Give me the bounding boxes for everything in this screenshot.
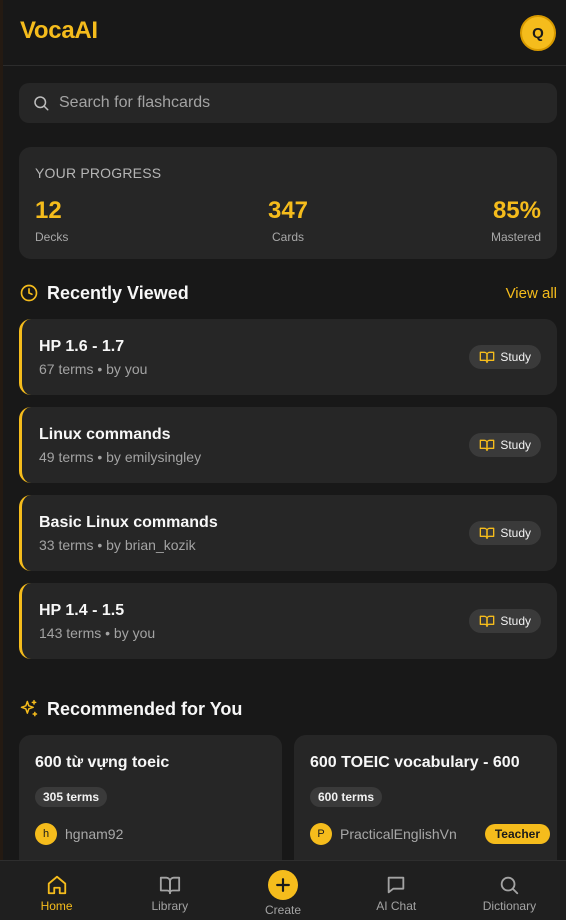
stat-mastered-value: 85% <box>492 197 541 224</box>
deck-title: Basic Linux commands <box>39 514 218 531</box>
book-open-icon <box>479 615 495 627</box>
progress-title: YOUR PROGRESS <box>35 165 162 181</box>
progress-card: YOUR PROGRESS 12 Decks 347 Cards 85% Mas… <box>19 147 557 259</box>
recent-deck-card[interactable]: Linux commands 49 terms • by emilysingle… <box>19 407 557 483</box>
deck-meta: 33 terms • by brian_kozik <box>39 537 196 553</box>
clock-icon <box>20 284 38 302</box>
recent-section-title: Recently Viewed <box>47 282 189 303</box>
stat-cards-label: Cards <box>271 230 304 244</box>
search-icon <box>501 876 519 895</box>
search-icon <box>34 96 49 111</box>
book-open-icon <box>479 351 495 363</box>
recent-deck-card[interactable]: HP 1.6 - 1.7 67 terms • by you Study <box>19 319 557 395</box>
user-avatar[interactable]: Q <box>520 15 556 51</box>
create-button[interactable] <box>268 870 298 900</box>
search-input[interactable] <box>59 94 539 112</box>
nav-create[interactable]: Create <box>226 861 339 920</box>
study-button[interactable]: Study <box>469 345 541 369</box>
stat-mastered: 85% Mastered <box>491 197 541 244</box>
author-avatar: P <box>310 823 332 845</box>
nav-library-label: Library <box>151 899 189 913</box>
app-screen: VocaAI Q YOUR PROGRESS 12 Decks 347 Card… <box>0 0 566 920</box>
view-all-link[interactable]: View all <box>506 285 557 302</box>
nav-home[interactable]: Home <box>0 861 113 920</box>
author-name: PracticalEnglishVn <box>340 826 457 842</box>
study-button-label: Study <box>500 526 531 540</box>
terms-badge: 305 terms <box>35 787 108 807</box>
left-edge <box>0 0 3 920</box>
nav-ai-chat[interactable]: AI Chat <box>340 861 453 920</box>
stat-cards-value: 347 <box>267 197 309 224</box>
book-icon <box>159 876 180 895</box>
book-open-icon <box>479 439 495 451</box>
search-bar[interactable] <box>19 83 557 123</box>
study-button-label: Study <box>500 614 531 628</box>
teacher-badge: Teacher <box>484 824 550 844</box>
study-button[interactable]: Study <box>469 521 541 545</box>
terms-badge: 600 terms <box>310 787 383 807</box>
author-name: hgnam92 <box>65 826 124 842</box>
chat-icon <box>387 876 405 894</box>
top-header: VocaAI Q <box>3 0 566 66</box>
recent-deck-card[interactable]: HP 1.4 - 1.5 143 terms • by you Study <box>19 583 557 659</box>
bottom-navigation: Home Library Create AI Chat Dictionary <box>0 860 566 920</box>
deck-title: Linux commands <box>39 426 171 443</box>
deck-meta: 67 terms • by you <box>39 361 148 377</box>
study-button-label: Study <box>500 350 531 364</box>
nav-ai-chat-label: AI Chat <box>376 899 417 913</box>
recent-deck-card[interactable]: Basic Linux commands 33 terms • by brian… <box>19 495 557 571</box>
study-button[interactable]: Study <box>469 433 541 457</box>
deck-title: 600 TOEIC vocabulary - 600 <box>310 754 520 771</box>
stat-mastered-label: Mastered <box>490 230 541 244</box>
deck-meta: 143 terms • by you <box>39 625 156 641</box>
home-icon <box>47 875 66 895</box>
deck-author: h hgnam92 <box>35 823 275 845</box>
nav-create-label: Create <box>264 903 302 917</box>
nav-library[interactable]: Library <box>113 861 226 920</box>
deck-title: HP 1.4 - 1.5 <box>39 602 125 619</box>
sparkles-icon <box>20 699 38 717</box>
study-button-label: Study <box>500 438 531 452</box>
stat-cards: 347 Cards <box>19 197 557 244</box>
deck-meta: 49 terms • by emilysingley <box>39 449 202 465</box>
recommended-section-header: Recommended for You <box>19 697 557 721</box>
nav-home-label: Home <box>40 899 73 913</box>
app-logo[interactable]: VocaAI <box>20 17 98 45</box>
plus-icon <box>276 878 290 892</box>
nav-dictionary[interactable]: Dictionary <box>453 861 566 920</box>
recommended-deck-card[interactable]: 600 từ vựng toeic 305 terms h hgnam92 <box>19 735 282 875</box>
recent-section-header: Recently Viewed View all <box>19 281 557 305</box>
recommended-section-title: Recommended for You <box>47 698 243 719</box>
author-avatar: h <box>35 823 57 845</box>
nav-dictionary-label: Dictionary <box>482 899 537 913</box>
book-open-icon <box>479 527 495 539</box>
recommended-deck-card[interactable]: 600 TOEIC vocabulary - 600 600 terms P P… <box>294 735 557 875</box>
deck-title: 600 từ vựng toeic <box>35 754 170 771</box>
study-button[interactable]: Study <box>469 609 541 633</box>
deck-title: HP 1.6 - 1.7 <box>39 338 125 355</box>
deck-author: P PracticalEnglishVn Teacher <box>310 823 550 845</box>
